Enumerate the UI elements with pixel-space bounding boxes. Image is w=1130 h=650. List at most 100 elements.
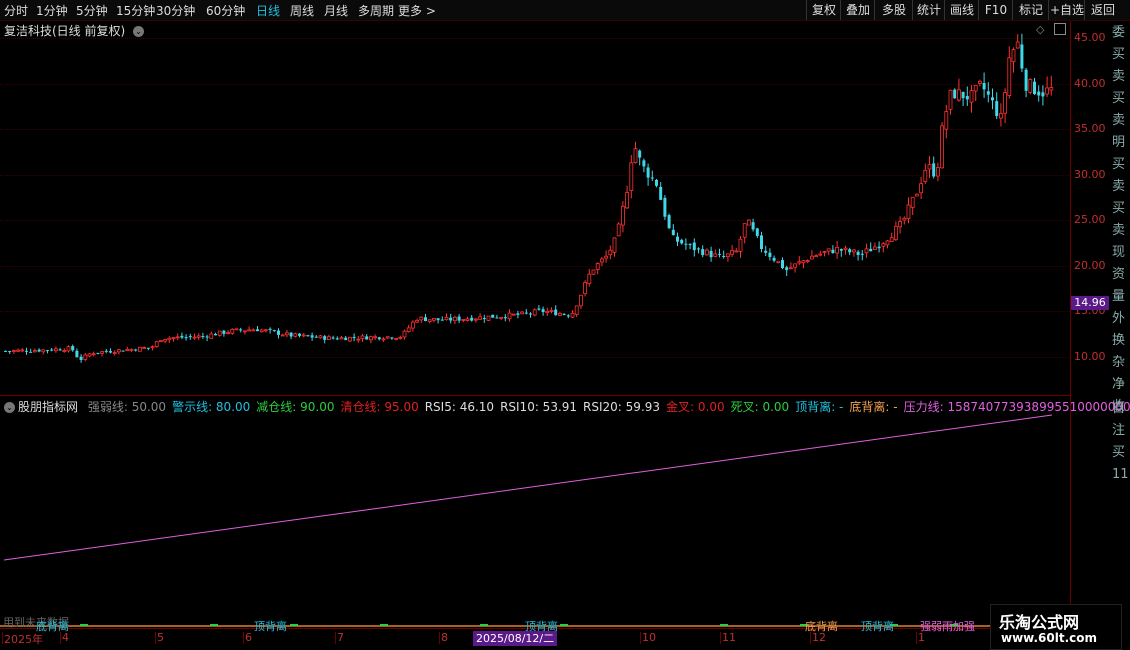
pressure-line bbox=[3, 414, 1053, 561]
candle-body bbox=[50, 349, 54, 351]
candle-body bbox=[814, 255, 818, 258]
date-tick-4: 7 bbox=[337, 631, 344, 644]
candle-body bbox=[20, 349, 25, 352]
candle-body bbox=[835, 246, 839, 254]
candle-body bbox=[549, 309, 554, 312]
candle-body bbox=[180, 335, 184, 338]
candle-body bbox=[222, 330, 226, 334]
toolbar-button-8[interactable]: 返回 bbox=[1084, 0, 1121, 20]
date-tick-5: 8 bbox=[441, 631, 448, 644]
candle-body bbox=[188, 336, 192, 338]
candle-body bbox=[1045, 87, 1049, 95]
candle-body bbox=[889, 237, 894, 242]
candle-body bbox=[470, 317, 474, 321]
candle-body bbox=[373, 336, 378, 339]
candle-body bbox=[587, 273, 592, 285]
candle-body bbox=[167, 337, 172, 341]
candle-body bbox=[142, 347, 147, 349]
indicator-chart[interactable] bbox=[0, 396, 1070, 636]
price-tick-label: 30.00 bbox=[1074, 167, 1106, 181]
candle-body bbox=[764, 250, 768, 253]
candle-body bbox=[768, 252, 772, 257]
candle-body bbox=[570, 312, 575, 318]
candle-body bbox=[995, 101, 999, 117]
candle-body bbox=[562, 314, 566, 316]
candle-body bbox=[247, 329, 252, 332]
candle-body bbox=[163, 339, 168, 342]
candle-body bbox=[697, 248, 700, 250]
candle-body bbox=[482, 318, 486, 320]
candle-body bbox=[923, 169, 928, 182]
candle-body bbox=[1015, 41, 1020, 49]
candle-body bbox=[360, 335, 365, 339]
candle-body bbox=[402, 330, 407, 338]
candle-body bbox=[885, 240, 890, 246]
candle-body bbox=[591, 269, 596, 275]
candle-body bbox=[121, 350, 125, 352]
candle-body bbox=[284, 332, 289, 336]
candle-body bbox=[692, 242, 696, 251]
candle-body bbox=[646, 167, 650, 178]
watermark-title: 乐淘公式网 bbox=[999, 613, 1080, 632]
candle-body bbox=[239, 329, 243, 331]
candle-body bbox=[709, 250, 713, 258]
candle-body bbox=[600, 258, 604, 263]
candle-body bbox=[734, 250, 739, 253]
candle-body bbox=[406, 327, 411, 333]
candle-body bbox=[760, 235, 763, 249]
candle-body bbox=[394, 337, 399, 340]
candle-body bbox=[781, 260, 784, 269]
candle-body bbox=[310, 335, 314, 338]
candle-body bbox=[449, 317, 453, 321]
candle-body bbox=[175, 336, 180, 339]
candle-body bbox=[991, 97, 994, 101]
price-tick-label: 20.00 bbox=[1074, 258, 1106, 272]
candle-body bbox=[83, 354, 88, 360]
date-tick-mark bbox=[60, 632, 61, 644]
candle-body bbox=[532, 309, 537, 316]
candle-body bbox=[184, 337, 188, 339]
candle-body bbox=[1041, 92, 1045, 97]
candle-body bbox=[339, 337, 344, 340]
candle-body bbox=[558, 312, 562, 316]
candle-body bbox=[410, 321, 415, 329]
candle-body bbox=[650, 177, 654, 179]
candle-body bbox=[11, 350, 16, 352]
candle-body bbox=[368, 336, 373, 341]
candle-body bbox=[37, 349, 41, 352]
candle-body bbox=[385, 336, 390, 339]
candle-body bbox=[701, 249, 705, 256]
candle-body bbox=[936, 167, 940, 177]
candle-body bbox=[478, 316, 483, 320]
candle-body bbox=[982, 83, 986, 90]
candle-body bbox=[604, 255, 608, 259]
date-tick-mark bbox=[2, 632, 3, 644]
date-tick-mark bbox=[640, 632, 641, 644]
candlestick-chart[interactable] bbox=[0, 0, 1070, 395]
candle-body bbox=[655, 179, 658, 186]
candle-body bbox=[684, 243, 688, 245]
candle-body bbox=[205, 336, 209, 338]
candle-body bbox=[452, 316, 457, 322]
candle-body bbox=[96, 352, 100, 354]
candle-body bbox=[91, 353, 96, 356]
candle-body bbox=[965, 95, 969, 100]
candle-body bbox=[436, 318, 440, 321]
date-tick-mark bbox=[810, 632, 811, 644]
candle-body bbox=[910, 196, 915, 208]
candle-body bbox=[860, 253, 864, 255]
candle-body bbox=[621, 205, 625, 226]
candle-body bbox=[633, 148, 638, 163]
indicator-side-strip[interactable]: 自注买1111111111 bbox=[1112, 398, 1130, 623]
candle-body bbox=[146, 347, 150, 349]
candle-body bbox=[818, 253, 823, 256]
price-tick-label: 10.00 bbox=[1074, 349, 1106, 363]
candle-body bbox=[595, 263, 600, 270]
candle-body bbox=[289, 332, 293, 337]
date-tick-mark bbox=[439, 632, 440, 644]
candle-body bbox=[62, 350, 67, 352]
candle-body bbox=[201, 336, 205, 338]
candle-body bbox=[150, 346, 155, 349]
candle-body bbox=[491, 314, 495, 318]
candle-body bbox=[259, 329, 264, 333]
